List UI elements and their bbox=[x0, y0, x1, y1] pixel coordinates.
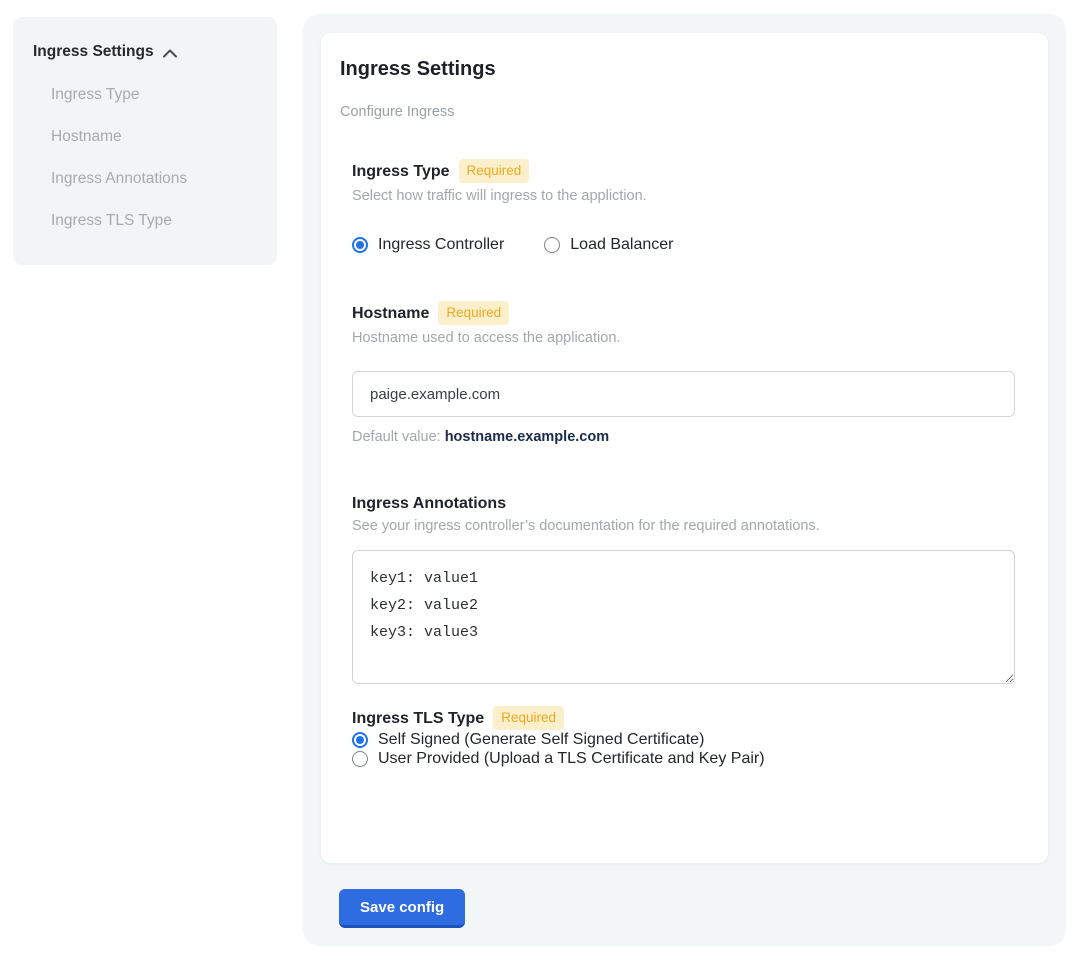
ingress-tls-radio-group: Self Signed (Generate Self Signed Certif… bbox=[352, 730, 1029, 768]
radio-user-provided[interactable]: User Provided (Upload a TLS Certificate … bbox=[352, 749, 1029, 768]
required-badge: Required bbox=[438, 301, 509, 325]
radio-self-signed[interactable]: Self Signed (Generate Self Signed Certif… bbox=[352, 730, 1029, 749]
ingress-annotations-label: Ingress Annotations bbox=[352, 494, 506, 513]
default-value-text: hostname.example.com bbox=[445, 429, 609, 445]
section-ingress-type: Ingress Type Required Select how traffic… bbox=[352, 159, 1029, 254]
ingress-type-radio-group: Ingress Controller Load Balancer bbox=[352, 235, 1029, 254]
sidebar-item-ingress-type[interactable]: Ingress Type bbox=[51, 86, 257, 103]
hostname-default-helper: Default value: hostname.example.com bbox=[352, 429, 1029, 446]
page-title: Ingress Settings bbox=[340, 58, 1029, 80]
hostname-description: Hostname used to access the application. bbox=[352, 330, 1029, 347]
radio-selected-icon[interactable] bbox=[352, 732, 368, 748]
radio-self-signed-label: Self Signed (Generate Self Signed Certif… bbox=[378, 730, 704, 749]
ingress-settings-card: Ingress Settings Configure Ingress Ingre… bbox=[321, 33, 1048, 863]
form-sections: Ingress Type Required Select how traffic… bbox=[352, 159, 1029, 768]
chevron-up-icon bbox=[163, 47, 177, 58]
ingress-annotations-description: See your ingress controller’s documentat… bbox=[352, 518, 1029, 535]
sidebar-item-ingress-tls-type[interactable]: Ingress TLS Type bbox=[51, 212, 257, 229]
sidebar-header-ingress-settings[interactable]: Ingress Settings bbox=[33, 43, 257, 61]
page-subtitle: Configure Ingress bbox=[340, 104, 1029, 121]
ingress-tls-type-label: Ingress TLS Type bbox=[352, 709, 484, 728]
section-ingress-tls-type: Ingress TLS Type Required Self Signed (G… bbox=[352, 706, 1029, 768]
sidebar-item-list: Ingress Type Hostname Ingress Annotation… bbox=[33, 86, 257, 229]
radio-selected-icon[interactable] bbox=[352, 237, 368, 253]
sidebar-item-hostname[interactable]: Hostname bbox=[51, 128, 257, 145]
required-badge: Required bbox=[459, 159, 530, 183]
default-value-prefix: Default value: bbox=[352, 429, 441, 445]
radio-load-balancer-label: Load Balancer bbox=[570, 235, 673, 254]
radio-unselected-icon[interactable] bbox=[544, 237, 560, 253]
required-badge: Required bbox=[493, 706, 564, 730]
save-config-button[interactable]: Save config bbox=[339, 889, 465, 928]
ingress-type-label: Ingress Type bbox=[352, 162, 450, 181]
sidebar-item-ingress-annotations[interactable]: Ingress Annotations bbox=[51, 170, 257, 187]
hostname-input[interactable] bbox=[352, 371, 1015, 417]
ingress-annotations-textarea[interactable]: key1: value1 key2: value2 key3: value3 bbox=[352, 550, 1015, 684]
section-ingress-annotations: Ingress Annotations See your ingress con… bbox=[352, 494, 1029, 684]
radio-ingress-controller-label: Ingress Controller bbox=[378, 235, 504, 254]
ingress-type-description: Select how traffic will ingress to the a… bbox=[352, 188, 1029, 205]
radio-ingress-controller[interactable]: Ingress Controller bbox=[352, 235, 504, 254]
ingress-settings-panel: Ingress Settings Configure Ingress Ingre… bbox=[303, 14, 1066, 946]
section-hostname: Hostname Required Hostname used to acces… bbox=[352, 301, 1029, 446]
sidebar-header-label: Ingress Settings bbox=[33, 43, 154, 61]
radio-load-balancer[interactable]: Load Balancer bbox=[544, 235, 673, 254]
radio-unselected-icon[interactable] bbox=[352, 751, 368, 767]
hostname-label: Hostname bbox=[352, 304, 429, 323]
settings-sidebar: Ingress Settings Ingress Type Hostname I… bbox=[13, 17, 277, 265]
radio-user-provided-label: User Provided (Upload a TLS Certificate … bbox=[378, 749, 765, 768]
